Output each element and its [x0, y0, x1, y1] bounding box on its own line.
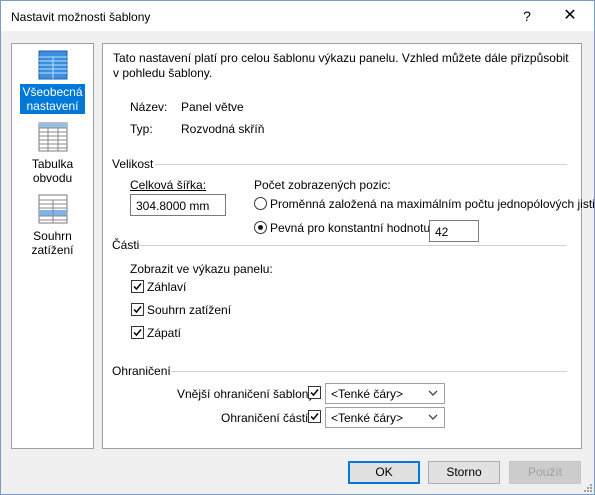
apply-button[interactable]: Použít [509, 461, 581, 484]
name-label: Název: [130, 100, 168, 114]
outer-border-label: Vnější ohraničení šablony: [177, 387, 318, 401]
radio-fixed-label[interactable]: Pevná pro konstantní hodnotu: [270, 221, 433, 235]
size-group-label: Velikost [112, 157, 154, 171]
resize-grip-icon[interactable] [582, 482, 592, 492]
dialog-body: Všeobecná nastavení Tabulka obvodu Souhr… [1, 31, 595, 494]
check-footer[interactable] [131, 326, 144, 339]
check-icon [133, 283, 142, 291]
outer-border-select-value: <Tenké čáry> [331, 387, 404, 401]
check-summary[interactable] [131, 303, 144, 316]
radio-variable-label[interactable]: Proměnná založená na maximálním počtu je… [270, 197, 595, 211]
chevron-down-icon [428, 390, 438, 396]
part-border-select-value: <Tenké čáry> [331, 411, 404, 425]
type-label: Typ: [130, 122, 153, 136]
table-grid-icon [38, 122, 67, 152]
fixed-value-input[interactable]: 42 [429, 220, 479, 242]
type-value: Rozvodná skříň [181, 122, 265, 136]
radio-variable[interactable] [254, 197, 267, 210]
table-summary-icon [38, 194, 67, 224]
part-border-label: Ohraničení částí: [221, 411, 312, 425]
settings-panel: Tato nastavení platí pro celou šablonu v… [102, 43, 595, 449]
part-border-select[interactable]: <Tenké čáry> [325, 407, 445, 428]
chevron-down-icon [428, 414, 438, 420]
name-value: Panel větve [181, 100, 244, 114]
show-label: Zobrazit ve výkazu panelu: [130, 262, 273, 276]
nav-label-circuit-table: Tabulka obvodu [31, 157, 74, 185]
close-button[interactable]: ✕ [557, 5, 583, 27]
radio-fixed[interactable] [254, 221, 267, 234]
check-outer-border[interactable] [308, 386, 321, 399]
border-group-divider [171, 371, 567, 372]
check-icon [310, 389, 319, 397]
cancel-button[interactable]: Storno [428, 461, 500, 484]
check-footer-label[interactable]: Zápatí [147, 326, 181, 340]
help-button[interactable]: ? [515, 5, 539, 27]
title-bar: Nastavit možnosti šablony ? ✕ [1, 1, 594, 31]
nav-item-general[interactable]: Všeobecná nastavení [16, 50, 89, 114]
parts-group-divider [139, 245, 567, 246]
check-icon [133, 306, 142, 314]
border-group-label: Ohraničení [112, 364, 171, 378]
nav-label-general: Všeobecná nastavení [20, 84, 85, 114]
dialog-title: Nastavit možnosti šablony [11, 10, 151, 24]
table-blue-icon [38, 50, 67, 80]
dialog-window: Nastavit možnosti šablony ? ✕ Všeobecná n… [0, 0, 595, 495]
check-summary-label[interactable]: Souhrn zatížení [147, 303, 231, 317]
check-header[interactable] [131, 280, 144, 293]
check-part-border[interactable] [308, 410, 321, 423]
ok-button[interactable]: OK [348, 461, 420, 484]
parts-group-label: Části [112, 238, 140, 252]
positions-label: Počet zobrazených pozic: [254, 178, 391, 192]
nav-item-load-summary[interactable]: Souhrn zatížení [16, 194, 89, 258]
width-label: Celková šířka: [130, 178, 207, 192]
width-input[interactable]: 304.8000 mm [130, 194, 226, 216]
category-nav: Všeobecná nastavení Tabulka obvodu Souhr… [11, 43, 94, 449]
nav-label-load-summary: Souhrn zatížení [31, 229, 74, 257]
check-header-label[interactable]: Záhlaví [147, 280, 186, 294]
size-group-divider [155, 164, 567, 165]
check-icon [133, 329, 142, 337]
nav-item-circuit-table[interactable]: Tabulka obvodu [16, 122, 89, 186]
intro-text: Tato nastavení platí pro celou šablonu v… [113, 51, 569, 80]
check-icon [310, 413, 319, 421]
outer-border-select[interactable]: <Tenké čáry> [325, 383, 445, 404]
